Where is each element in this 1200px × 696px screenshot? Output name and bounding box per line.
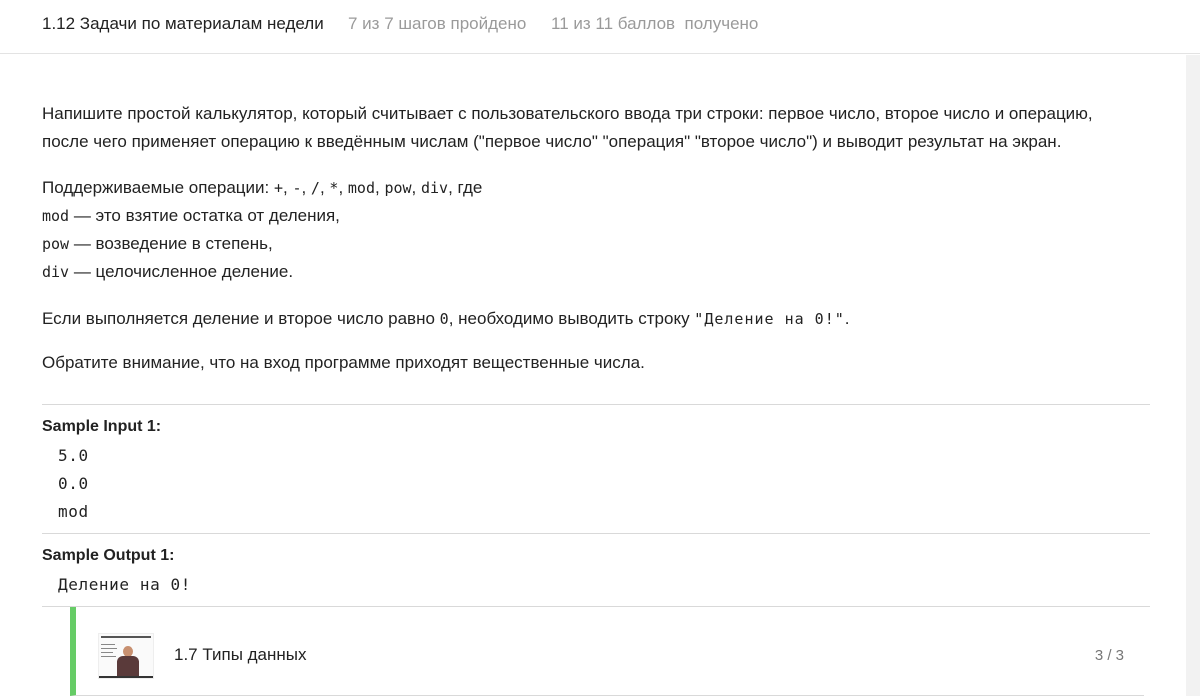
sample-output-label: Sample Output 1:: [42, 547, 175, 564]
zero-code: 0: [439, 310, 449, 328]
sep: ,: [301, 178, 311, 197]
zero-end: .: [844, 309, 850, 328]
intro-line-1: Напишите простой калькулятор, который сч…: [42, 104, 1093, 123]
div-code: div: [42, 263, 70, 281]
thumb-text-line: [101, 648, 117, 649]
sample-output-line: Деление на 0!: [58, 575, 192, 594]
lesson-thumbnail: [98, 633, 154, 679]
op-plus: +: [273, 179, 283, 197]
lesson-card[interactable]: 1.7 Типы данных 3 / 3: [70, 607, 1144, 696]
ops-prefix: Поддерживаемые операции:: [42, 178, 274, 197]
op-div: div: [420, 179, 449, 197]
pow-code: pow: [42, 235, 70, 253]
div-description: — целочисленное деление.: [69, 262, 294, 281]
divider: [42, 404, 1150, 405]
scrollbar[interactable]: [1186, 55, 1200, 696]
op-mod: mod: [347, 179, 375, 197]
intro-paragraph: Напишите простой калькулятор, который сч…: [42, 100, 1152, 156]
mod-code: mod: [42, 207, 70, 225]
thumb-text-line: [101, 656, 116, 657]
op-divide: /: [310, 179, 320, 197]
lesson-title[interactable]: 1.7 Типы данных: [174, 645, 307, 665]
steps-progress: 7 из 7 шагов пройдено: [348, 14, 527, 33]
page-title: 1.12 Задачи по материалам недели: [42, 14, 324, 33]
pow-description: — возведение в степень,: [69, 234, 273, 253]
sample-input-line: mod: [58, 502, 89, 521]
sep: ,: [411, 178, 421, 197]
thumb-text-line: [101, 652, 113, 653]
note-paragraph: Обратите внимание, что на вход программе…: [42, 353, 645, 372]
points-progress: 11 из 11 баллов получено: [551, 14, 759, 33]
thumb-base: [99, 676, 153, 678]
divider: [42, 533, 1150, 534]
zero-mid: , необходимо выводить строку: [448, 309, 695, 328]
sep: ,: [319, 178, 330, 197]
intro-line-2: после чего применяет операцию к введённы…: [42, 132, 1062, 151]
zero-message: "Деление на 0!": [694, 310, 845, 328]
thumb-caption-bar: [101, 636, 151, 638]
zero-prefix: Если выполняется деление и второе число …: [42, 309, 440, 328]
op-pow: pow: [384, 179, 412, 197]
ops-suffix: , где: [448, 178, 483, 197]
sample-input-line: 0.0: [58, 474, 89, 493]
operations-paragraph: Поддерживаемые операции: +, -, /, *, mod…: [42, 174, 1152, 286]
step-header: 1.12 Задачи по материалам недели 7 из 7 …: [0, 0, 1200, 54]
mod-description: — это взятие остатка от деления,: [69, 206, 340, 225]
lesson-progress: 3 / 3: [1094, 647, 1124, 664]
sample-input-line: 5.0: [58, 446, 89, 465]
thumb-text-line: [101, 644, 115, 645]
zero-division-paragraph: Если выполняется деление и второе число …: [42, 305, 1152, 333]
sample-input-label: Sample Input 1:: [42, 418, 162, 435]
sep: ,: [338, 178, 348, 197]
